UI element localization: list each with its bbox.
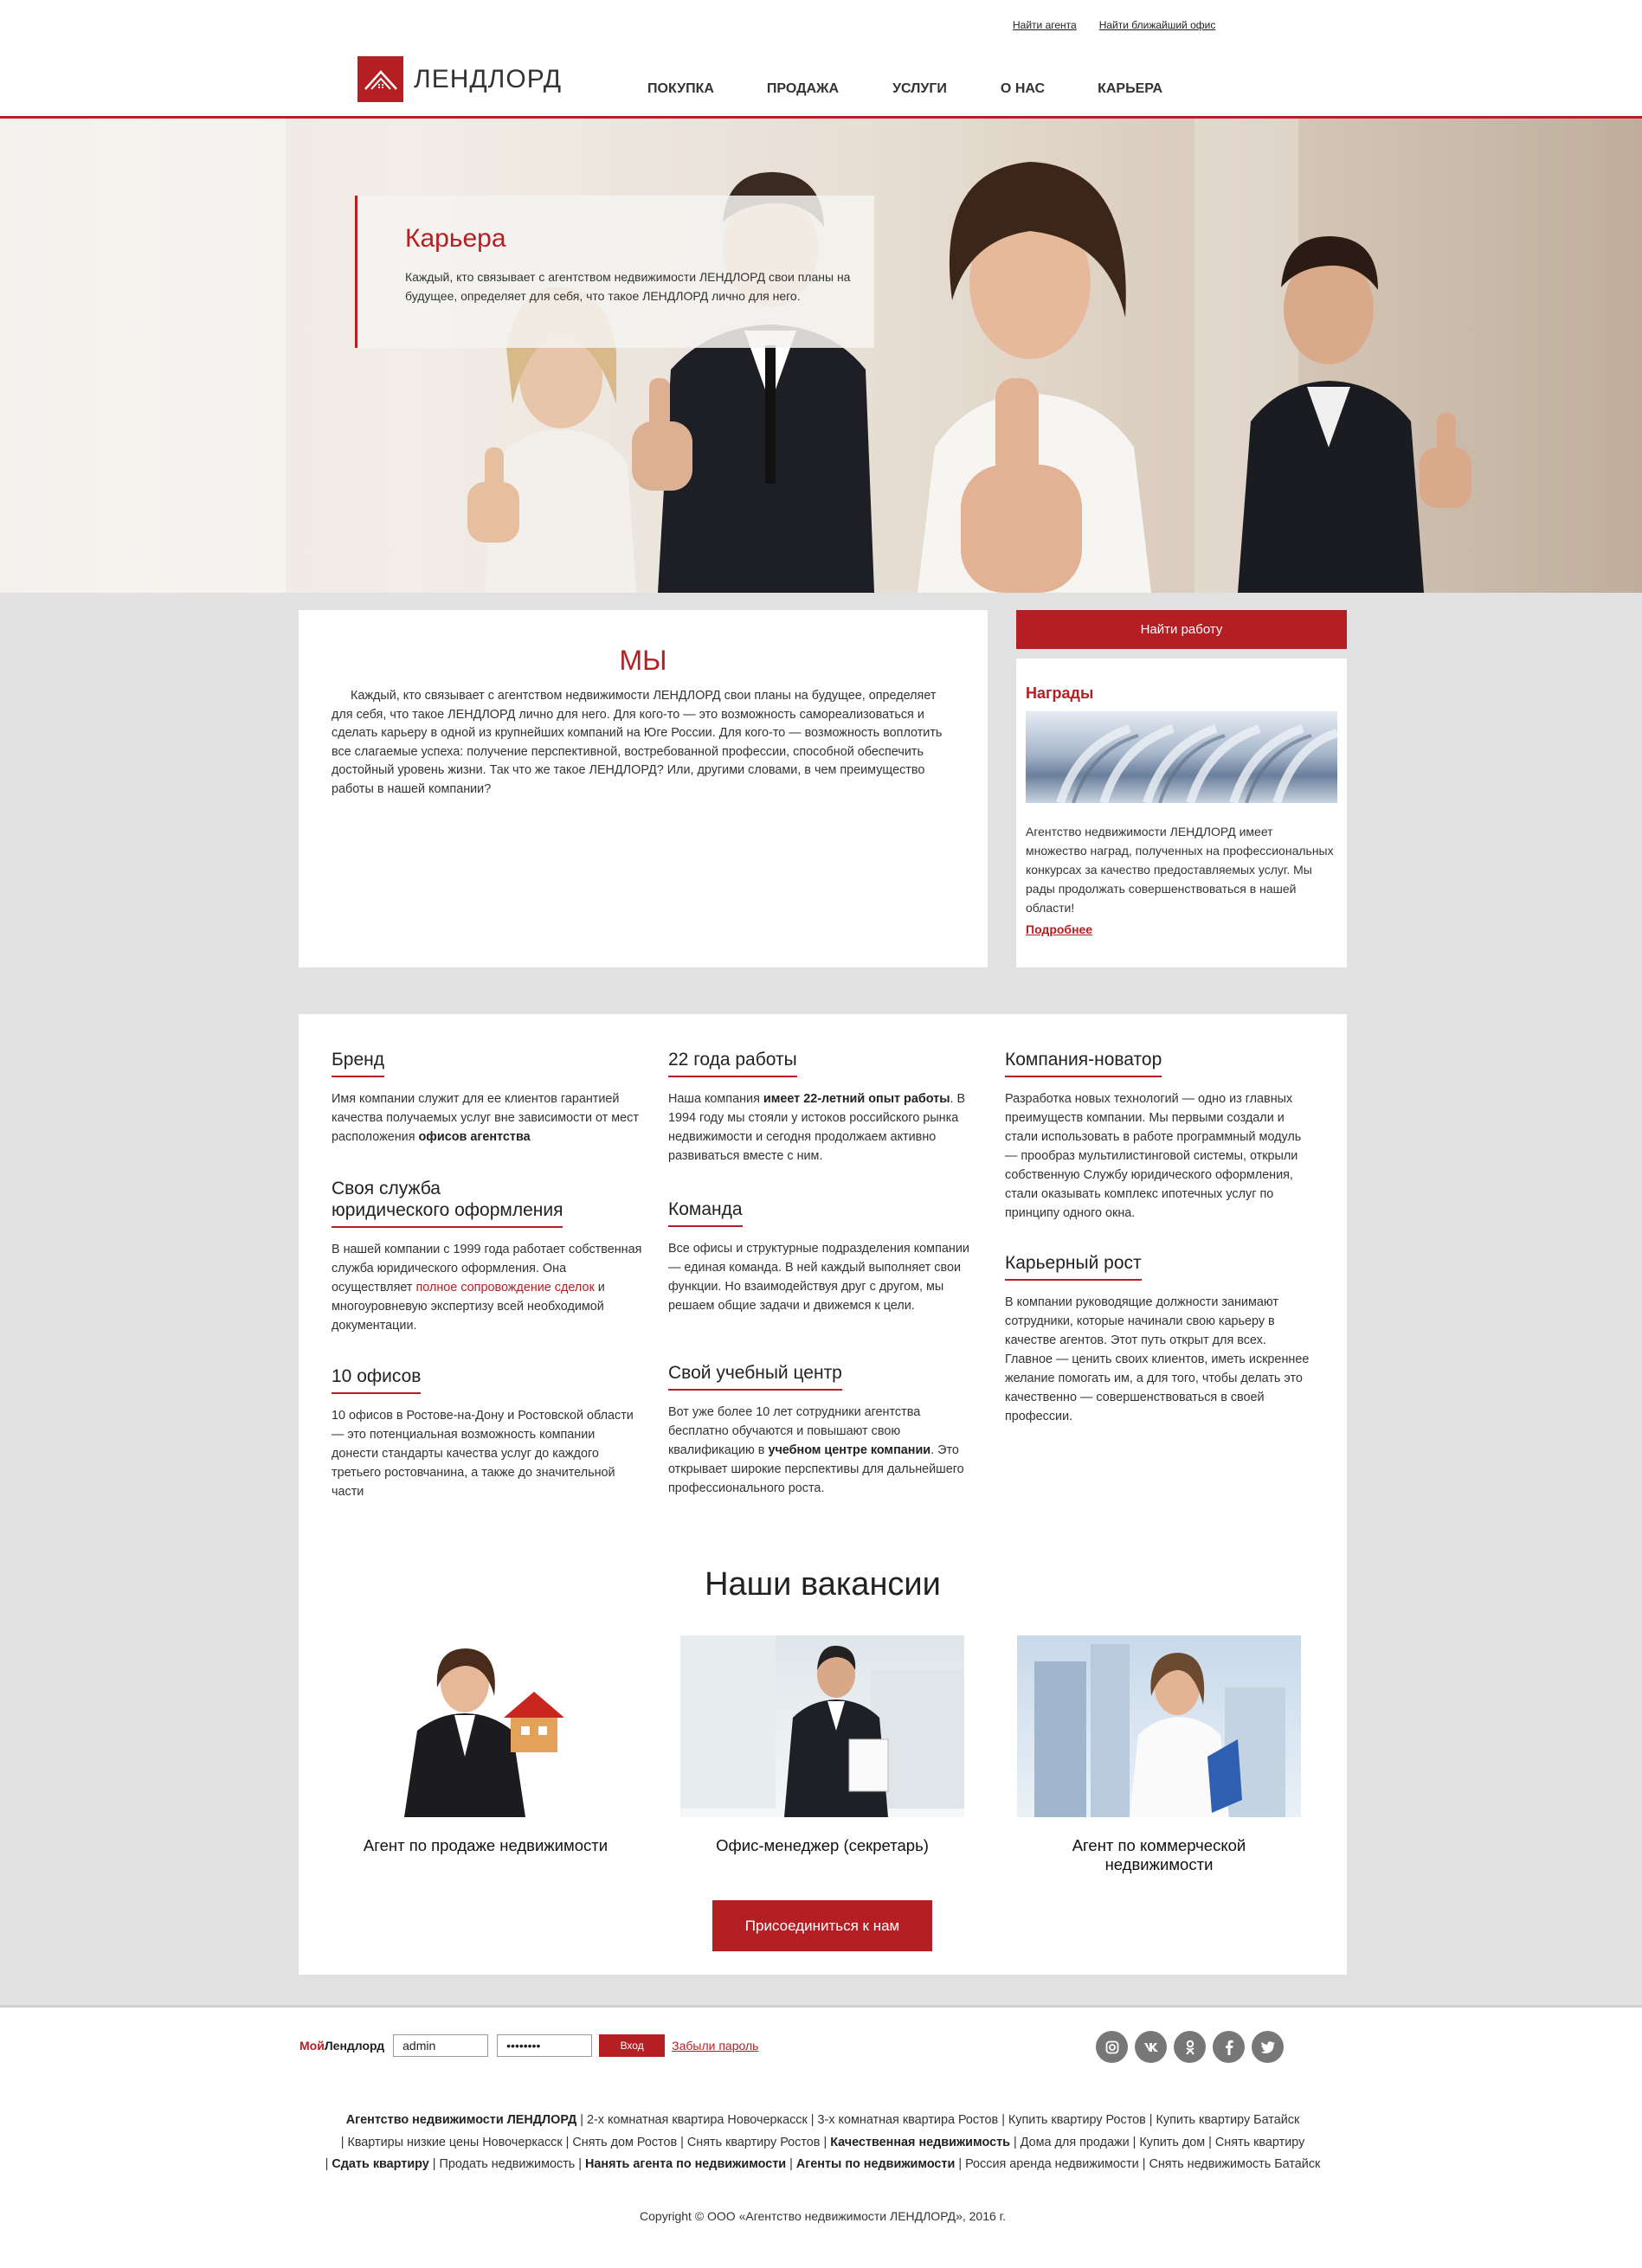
vacancy-image-agent[interactable] [344,1635,628,1817]
feature-legal: Своя служба юридического оформления В наш… [332,1178,643,1335]
vacancy-commercial-agent[interactable]: Агент по коммерческой недвижимости [1017,1836,1301,1874]
footer-divider [0,2005,1642,2008]
footer-link-text[interactable]: Качественная недвижимость [830,2136,1010,2149]
top-links: Найти агента Найти ближайший офис [1013,19,1215,31]
about-panel: МЫ Каждый, кто связывает с агентством не… [299,610,988,967]
feature-title: 22 года работы [668,1049,797,1077]
feature-text: Разработка новых технологий — одно из гл… [1005,1092,1302,1220]
twitter-icon[interactable] [1252,2031,1284,2063]
feature-text: Наша компания имеет 22-летний опыт работ… [668,1092,966,1163]
vk-icon[interactable] [1135,2031,1167,2063]
nav-about[interactable]: О НАС [1001,81,1045,97]
about-text: Каждый, кто связывает с агентством недви… [332,689,943,796]
feature-text: Все офисы и структурные подразделения ко… [668,1242,969,1313]
forgot-password-link[interactable]: Забыли пароль [672,2039,758,2053]
social-links [1096,2031,1284,2063]
feature-title: 10 офисов [332,1365,422,1394]
awards-more-link[interactable]: Подробнее [1026,922,1092,936]
feature-title: Карьерный рост [1005,1252,1142,1281]
footer-link-text[interactable]: Нанять агента по недвижимости [585,2157,786,2171]
footer-link-text[interactable]: | Россия аренда недвижимости | Снять нед… [955,2157,1320,2171]
feature-text: Вот уже более 10 лет сотрудники агентств… [668,1405,964,1495]
copyright: Copyright © ООО «Агентство недвижимости … [640,2209,1006,2223]
vacancy-office-manager[interactable]: Офис-менеджер (секретарь) [680,1836,964,1855]
feature-text: 10 офисов в Ростове-на-Дону и Ростовской… [332,1409,634,1499]
awards-text: Агентство недвижимости ЛЕНДЛОРД имеет мн… [1026,825,1334,915]
logo-text: ЛЕНДЛОРД [414,64,563,93]
footer-link-text[interactable]: Агентство недвижимости ЛЕНДЛОРД [346,2113,577,2127]
login-form: МойЛендлорд Вход Забыли пароль [299,2034,758,2057]
facebook-icon[interactable] [1213,2031,1245,2063]
footer-link-text[interactable]: | Дома для продажи | Купить дом | Снять … [1010,2136,1304,2149]
house-roof-icon [357,56,403,102]
vacancy-image-commercial-agent[interactable] [1017,1635,1301,1817]
feature-offices: 10 офисов 10 офисов в Ростове-на-Дону и … [332,1365,643,1501]
feature-title: Команда [668,1198,743,1227]
footer-link-text[interactable]: | Продать недвижимость | [429,2157,585,2171]
feature-title: Компания-новатор [1005,1049,1162,1077]
nav-services[interactable]: УСЛУГИ [892,81,947,97]
feature-text: Имя компании служит для ее клиентов гара… [332,1092,639,1144]
hero-text: Каждый, кто связывает с агентством недви… [405,270,851,303]
find-office-link[interactable]: Найти ближайший офис [1099,19,1216,31]
find-job-button[interactable]: Найти работу [1016,610,1347,649]
instagram-icon[interactable] [1096,2031,1128,2063]
footer-seo-links: Агентство недвижимости ЛЕНДЛОРД | 2-х ко… [299,2110,1347,2176]
login-button[interactable]: Вход [599,2034,666,2057]
vacancy-image-office-manager[interactable] [680,1635,964,1817]
feature-brand: Бренд Имя компании служит для ее клиенто… [332,1049,643,1147]
footer-link-text[interactable]: | [786,2157,796,2171]
legal-support-link[interactable]: полное сопровождение сделок [415,1281,594,1295]
feature-team: Команда Все офисы и структурные подразде… [668,1198,980,1315]
hero-caption: Карьера Каждый, кто связывает с агентств… [355,196,874,348]
awards-image [1026,711,1337,803]
nav-career[interactable]: КАРЬЕРА [1098,81,1162,97]
feature-innovator: Компания-новатор Разработка новых технол… [1005,1049,1317,1223]
hero-title: Карьера [405,224,506,253]
footer-link-text[interactable]: | Квартиры низкие цены Новочеркасск | Сн… [341,2136,830,2149]
login-field[interactable] [393,2034,489,2057]
feature-text: В нашей компании с 1999 года работает со… [332,1243,642,1333]
feature-title: Бренд [332,1049,384,1077]
feature-training: Свой учебный центр Вот уже более 10 лет … [668,1362,980,1498]
join-button[interactable]: Присоединиться к нам [712,1900,932,1951]
about-title: МЫ [619,645,667,676]
footer-links-line[interactable]: | Сдать квартиру | Продать недвижимость … [299,2154,1347,2176]
find-agent-link[interactable]: Найти агента [1013,19,1077,31]
footer-links-line[interactable]: | Квартиры низкие цены Новочеркасск | Сн… [299,2132,1347,2155]
my-landlord-label: МойЛендлорд [299,2039,385,2053]
feature-title: Свой учебный центр [668,1362,842,1391]
main-nav: ПОКУПКА ПРОДАЖА УСЛУГИ О НАС КАРЬЕРА [647,81,1162,97]
footer-link-text[interactable]: | 2-х комнатная квартира Новочеркасск | … [576,2113,1299,2127]
hero-photo [0,119,1642,593]
awards-title: Награды [1026,684,1094,702]
password-field[interactable] [497,2034,593,2057]
awards-panel: Награды Агентство недвижимости ЛЕНДЛОРД … [1016,659,1347,967]
footer-link-text[interactable]: Сдать квартиру [332,2157,428,2171]
vacancies-title: Наши вакансии [705,1566,941,1603]
feature-career: Карьерный рост В компании руководящие до… [1005,1252,1317,1426]
nav-purchase[interactable]: ПОКУПКА [647,81,714,97]
logo[interactable]: ЛЕНДЛОРД [357,56,562,102]
footer-links-line[interactable]: Агентство недвижимости ЛЕНДЛОРД | 2-х ко… [299,2110,1347,2132]
footer-link-text[interactable]: Агенты по недвижимости [796,2157,955,2171]
odnoklassniki-icon[interactable] [1174,2031,1206,2063]
feature-years: 22 года работы Наша компания имеет 22-ле… [668,1049,980,1166]
feature-title: Своя служба юридического оформления [332,1178,563,1228]
vacancy-agent[interactable]: Агент по продаже недвижимости [344,1836,628,1855]
feature-text: В компании руководящие должности занимаю… [1005,1295,1310,1423]
nav-sale[interactable]: ПРОДАЖА [767,81,839,97]
